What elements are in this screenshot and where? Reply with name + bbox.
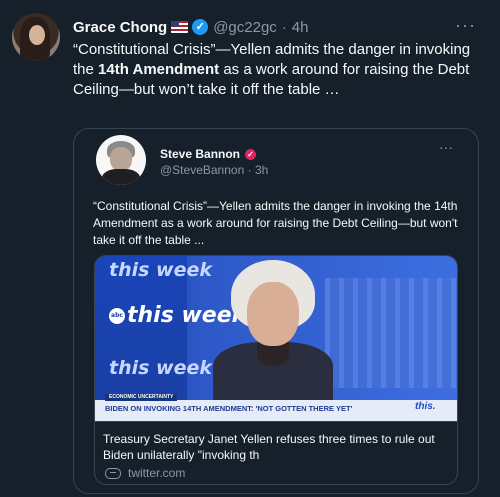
more-options-icon[interactable]: ···	[455, 15, 476, 36]
verified-badge-icon: ✓	[245, 148, 257, 160]
dot-separator: ·	[247, 163, 255, 177]
chyron-logo: this.	[415, 401, 436, 412]
tweet-text: “Constitutional Crisis”—Yellen admits th…	[73, 40, 483, 100]
author-handle[interactable]: @gc22gc	[213, 19, 277, 36]
tweet-text-bold: 14th Amendment	[98, 61, 220, 78]
this-week-logo-bottom: this week	[109, 357, 213, 379]
this-week-logo-top: this week	[109, 259, 213, 281]
quoted-author-avatar[interactable]	[96, 135, 146, 185]
dot-separator: ·	[281, 18, 287, 36]
link-card-domain[interactable]: twitter.com	[128, 466, 185, 480]
chyron-text: BIDEN ON INVOKING 14TH AMENDMENT: 'NOT G…	[105, 404, 353, 413]
quoted-tweet[interactable]: Steve Bannon ✓ @SteveBannon · 3h ··· “Co…	[73, 128, 479, 494]
quoted-tweet-text: “Constitutional Crisis”—Yellen admits th…	[93, 199, 458, 247]
quoted-more-options-icon[interactable]: ···	[439, 139, 453, 155]
author-avatar[interactable]	[12, 13, 60, 61]
quoted-avatar-coat	[102, 169, 140, 185]
quoted-author-meta: @SteveBannon · 3h	[160, 163, 268, 177]
link-preview-image[interactable]: this week abc this week this week ECONOMI…	[94, 255, 458, 422]
quoted-tweet-time[interactable]: 3h	[255, 163, 268, 177]
verified-badge-icon: ✓	[192, 19, 209, 35]
link-card-title[interactable]: Treasury Secretary Janet Yellen refuses …	[103, 431, 451, 463]
avatar-face	[29, 25, 45, 45]
background-columns	[325, 278, 457, 388]
link-icon	[105, 467, 121, 479]
speaker-figure	[213, 260, 333, 402]
speaker-face	[247, 282, 299, 346]
quoted-avatar-face	[110, 147, 132, 171]
quoted-author-name[interactable]: Steve Bannon	[160, 147, 240, 161]
quoted-author-name-row: Steve Bannon ✓	[160, 147, 257, 161]
author-name[interactable]: Grace Chong	[73, 19, 167, 36]
chyron-tag: ECONOMIC UNCERTAINTY	[105, 394, 178, 401]
us-flag-icon	[171, 21, 189, 33]
link-card[interactable]: Treasury Secretary Janet Yellen refuses …	[94, 421, 458, 485]
abc-logo-icon: abc	[109, 308, 125, 324]
tweet-header: Grace Chong ✓ @gc22gc · 4h	[73, 16, 308, 38]
quoted-author-handle[interactable]: @SteveBannon	[160, 163, 244, 177]
tweet-time[interactable]: 4h	[292, 19, 309, 36]
tweet[interactable]: Grace Chong ✓ @gc22gc · 4h ··· “Constitu…	[0, 0, 500, 497]
link-card-domain-row[interactable]: twitter.com	[105, 466, 185, 480]
